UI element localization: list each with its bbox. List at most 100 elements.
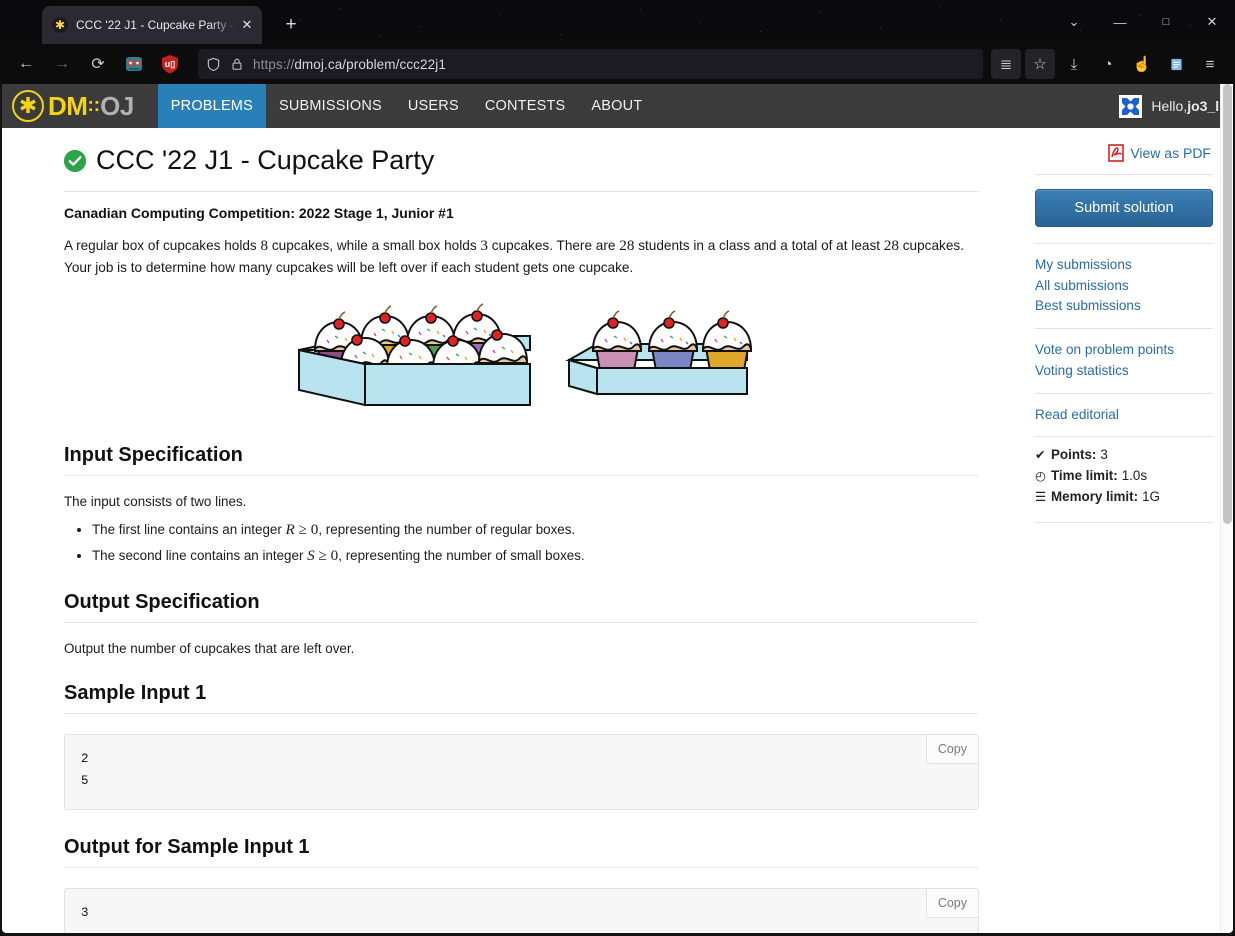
bullet-2-rel: ≥ 0 [314,547,339,565]
url-scheme: https:// [253,56,295,72]
bullet-2-var: S [307,547,315,565]
link-my-submissions[interactable]: My submissions [1035,255,1213,275]
submit-solution-button[interactable]: Submit solution [1035,189,1213,227]
problem-content: CCC '22 J1 - Cupcake Party Canadian Comp… [2,128,1233,933]
link-all-submissions[interactable]: All submissions [1035,276,1213,296]
view-as-pdf-link[interactable]: View as PDF [1130,145,1211,161]
history-icon[interactable]: ◔ [1093,49,1123,79]
title-divider [64,190,979,192]
url-text[interactable]: https://dmoj.ca/problem/ccc22j1 [253,57,446,72]
avatar [1119,94,1143,118]
stmt-part-4: students in a class and a total of at le… [634,237,884,253]
site-navbar: ✱ DM:: OJ PROBLEMS SUBMISSIONS USERS CONT… [2,84,1233,128]
sidebar-divider [1035,522,1213,524]
face-extension-icon[interactable] [123,53,145,75]
sample-input-codeblock: 2 5 Copy [64,734,979,811]
bullet-1-rel: ≥ 0 [294,521,319,539]
brand-text: DM:: OJ [48,91,134,122]
submission-links-group: My submissions All submissions Best subm… [1035,244,1213,328]
link-best-submissions[interactable]: Best submissions [1035,296,1213,316]
bullet-1-pre: The first line contains an integer [92,522,286,538]
nav-item-submissions[interactable]: SUBMISSIONS [266,84,395,128]
close-window-button[interactable]: ✕ [1189,0,1235,44]
container-tabs-icon[interactable] [1161,49,1191,79]
scrollbar-thumb[interactable] [1223,84,1232,524]
info-memory-limit-value: 1G [1142,489,1160,505]
tab-title: CCC '22 J1 - Cupcake Party - DM [76,18,238,32]
input-spec-list: The first line contains an integer R ≥ 0… [64,521,1213,565]
info-points-label: Points: [1051,447,1097,463]
nav-item-about[interactable]: ABOUT [578,84,655,128]
clock-icon: ◴ [1035,469,1046,484]
downloads-icon[interactable]: ⤓ [1059,49,1089,79]
section-output-specification: Output Specification [64,591,979,624]
check-circle-icon [64,149,86,172]
stmt-number-28b: 28 [883,236,899,254]
bullet-2-post: , representing the number of small boxes… [338,548,585,564]
dmoj-logo[interactable]: ✱ DM:: OJ [2,84,158,128]
chevron-down-icon[interactable]: ⌄ [1051,0,1097,44]
toolbar-right-icons: ≣ ☆ ⤓ ◔ ☝ ≡ [989,49,1227,79]
window-controls: ⌄ — □ ✕ [1051,0,1235,44]
sidebar-divider [1035,174,1213,175]
user-menu[interactable]: Hello, jo3_l. [1119,84,1233,128]
browser-window: ✱ CCC '22 J1 - Cupcake Party - DM ✕ + ⌄ … [0,0,1235,936]
reader-view-icon[interactable]: ≣ [991,49,1021,79]
output-spec-paragraph: Output the number of cupcakes that are l… [64,641,355,657]
browser-titlebar: ✱ CCC '22 J1 - Cupcake Party - DM ✕ + ⌄ … [0,0,1235,44]
page-scrollbar[interactable] [1220,84,1233,933]
copy-button[interactable]: Copy [925,888,979,919]
address-bar[interactable]: https://dmoj.ca/problem/ccc22j1 [198,49,983,79]
info-memory-limit: ☰ Memory limit: 1G [1035,489,1213,504]
new-tab-button[interactable]: + [276,10,306,40]
minimize-button[interactable]: — [1097,0,1143,44]
username: jo3_l [1187,98,1220,114]
list-item: The first line contains an integer R ≥ 0… [92,521,1213,539]
page-viewport: ✱ DM:: OJ PROBLEMS SUBMISSIONS USERS CONT… [0,84,1235,936]
info-time-limit: ◴ Time limit: 1.0s [1035,468,1213,483]
browser-tab[interactable]: ✱ CCC '22 J1 - Cupcake Party - DM ✕ [42,6,262,44]
link-read-editorial[interactable]: Read editorial [1035,405,1213,425]
view-as-pdf-row[interactable]: View as PDF [1035,144,1213,162]
memory-icon: ☰ [1035,490,1047,505]
forward-icon[interactable]: → [47,49,77,79]
problem-title-text: CCC '22 J1 - Cupcake Party [96,145,435,175]
link-voting-statistics[interactable]: Voting statistics [1035,361,1213,381]
problem-sidebar: View as PDF Submit solution My submissio… [1035,144,1213,524]
browser-toolbar: ← → ⟳ u▯ https://dmoj.ca/problem/ccc22j1… [0,44,1235,84]
svg-text:u▯: u▯ [165,59,175,69]
stmt-number-28a: 28 [619,236,635,254]
copy-button[interactable]: Copy [925,734,979,765]
sample-output-codeblock: 3 Copy [64,888,979,933]
section-sample-input-1: Sample Input 1 [64,682,979,715]
bullet-1-post: , representing the number of regular box… [318,522,576,538]
info-time-limit-label: Time limit: [1051,468,1118,484]
star-logo-icon: ✱ [12,90,44,122]
pocket-icon[interactable]: ☝ [1127,49,1157,79]
stmt-part-2: cupcakes, while a small box holds [268,237,481,253]
info-points: ✔ Points: 3 [1035,447,1213,462]
nav-item-users[interactable]: USERS [395,84,472,128]
stmt-part-1: A regular box of cupcakes holds [64,237,261,253]
nav-item-problems[interactable]: PROBLEMS [157,84,266,128]
bookmark-star-icon[interactable]: ☆ [1025,49,1055,79]
sample-input-code: 2 5 [81,752,89,788]
pdf-icon [1108,144,1125,162]
link-vote-on-problem-points[interactable]: Vote on problem points [1035,340,1213,360]
close-icon[interactable]: ✕ [238,16,256,34]
menu-hamburger-icon[interactable]: ≡ [1195,49,1225,79]
stmt-part-3: cupcakes. There are [488,237,620,253]
site-nav-links: PROBLEMS SUBMISSIONS USERS CONTESTS ABOU… [157,84,656,128]
url-host-path: dmoj.ca/problem/ccc22j1 [294,56,446,72]
user-greeting: Hello, [1151,98,1188,114]
lock-icon[interactable] [230,57,244,71]
voting-links-group: Vote on problem points Voting statistics [1035,329,1213,392]
nav-item-contests[interactable]: CONTESTS [472,84,579,128]
back-icon[interactable]: ← [11,49,41,79]
maximize-button[interactable]: □ [1143,0,1189,44]
shield-icon[interactable] [206,57,221,72]
ublock-shield-icon[interactable]: u▯ [159,53,181,75]
reload-icon[interactable]: ⟳ [83,49,113,79]
bullet-2-pre: The second line contains an integer [92,548,308,564]
brand-oj: OJ [100,90,134,121]
